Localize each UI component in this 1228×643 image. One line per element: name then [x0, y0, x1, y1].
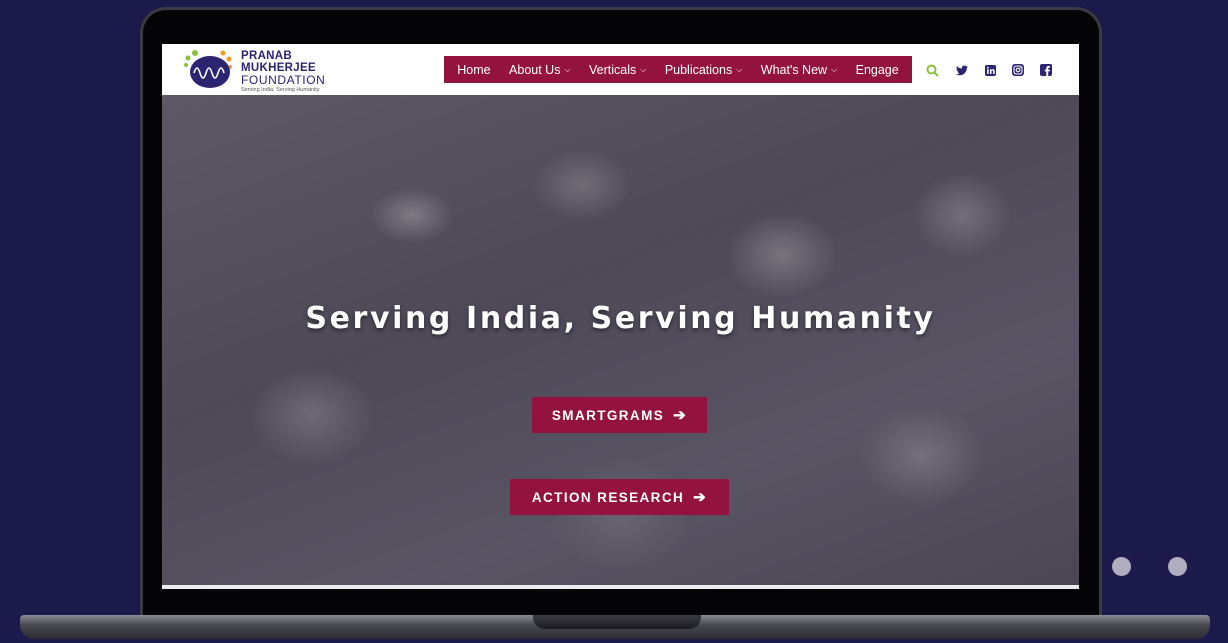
nav-item-label: Home [457, 62, 491, 77]
laptop-notch [533, 615, 701, 629]
chevron-down-icon: ⌵ [831, 64, 838, 74]
chevron-down-icon: ⌵ [736, 64, 743, 74]
nav-item-about-us[interactable]: About Us ⌵ [509, 63, 571, 77]
nav-item-label: What's New [760, 62, 828, 77]
smartgrams-button[interactable]: SMARTGRAMS ➔ [532, 397, 707, 433]
nav-item-label: Engage [855, 62, 899, 77]
logo-wordmark: PRANAB MUKHERJEE FOUNDATION Serving Indi… [241, 50, 326, 94]
logo-emblem-icon [184, 50, 232, 88]
hero-bottom-strip [162, 585, 1079, 589]
hero-banner: Serving India, Serving Humanity SMARTGRA… [162, 95, 1079, 589]
action-research-button[interactable]: ACTION RESEARCH ➔ [510, 479, 729, 515]
linkedin-icon[interactable] [982, 62, 998, 78]
twitter-icon[interactable] [954, 62, 970, 78]
nav-item-whats-new[interactable]: What's New ⌵ [761, 63, 837, 77]
nav-item-engage[interactable]: Engage [856, 63, 899, 77]
site-header: PRANAB MUKHERJEE FOUNDATION Serving Indi… [162, 44, 1079, 95]
nav-item-label: Publications [664, 62, 733, 77]
nav-item-verticals[interactable]: Verticals ⌵ [589, 63, 646, 77]
laptop-screen: PRANAB MUKHERJEE FOUNDATION Serving Indi… [162, 44, 1079, 589]
hero-title: Serving India, Serving Humanity [305, 301, 936, 336]
nav-item-publications[interactable]: Publications ⌵ [665, 63, 742, 77]
search-icon[interactable] [924, 62, 940, 78]
nav-item-home[interactable]: Home [457, 63, 490, 77]
arrow-right-icon: ➔ [673, 407, 688, 424]
nav-item-label: Verticals [589, 62, 637, 77]
decorative-dot [1112, 557, 1131, 576]
logo-tagline: Serving India, Serving Humanity [241, 87, 320, 93]
main-nav: Home About Us ⌵ Verticals ⌵ Publications ⌵ … [444, 56, 912, 83]
facebook-icon[interactable] [1038, 62, 1054, 78]
logo-line-1: PRANAB [241, 50, 292, 62]
logo-line-3: FOUNDATION [241, 73, 326, 87]
arrow-right-icon: ➔ [693, 489, 708, 506]
smartgrams-button-label: SMARTGRAMS [551, 407, 665, 423]
chevron-down-icon: ⌵ [640, 64, 647, 74]
nav-item-label: About Us [509, 62, 561, 77]
instagram-icon[interactable] [1010, 62, 1026, 78]
action-research-button-label: ACTION RESEARCH [531, 489, 685, 505]
decorative-dot [1168, 557, 1187, 576]
chevron-down-icon: ⌵ [564, 64, 571, 74]
foundation-logo[interactable]: PRANAB MUKHERJEE FOUNDATION Serving Indi… [182, 47, 352, 94]
